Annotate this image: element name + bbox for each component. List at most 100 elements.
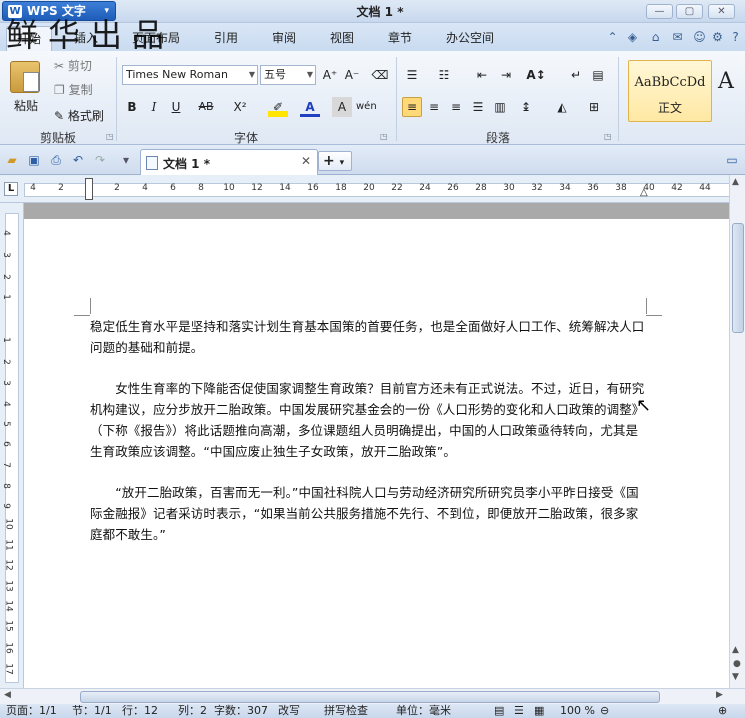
shading-icon[interactable]: ◭ <box>552 97 572 117</box>
previous-page-icon[interactable]: ▲ <box>732 645 739 655</box>
tab-insert[interactable]: 插入 <box>74 29 98 46</box>
bold-button[interactable]: B <box>122 97 142 117</box>
home-icon[interactable]: ⌂ <box>648 30 663 45</box>
textbox-icon[interactable]: ▤ <box>588 65 608 85</box>
status-unit[interactable]: 单位：毫米 <box>396 704 451 718</box>
scroll-left-icon[interactable]: ◀ <box>4 690 11 700</box>
save-icon[interactable]: ▣ <box>26 152 42 168</box>
page-view-icon[interactable]: ▤ <box>494 704 504 718</box>
font-launcher-icon[interactable]: ◳ <box>380 132 388 141</box>
increase-indent-icon[interactable]: ⇥ <box>496 65 516 85</box>
redo-icon[interactable]: ↷ <box>92 152 108 168</box>
vertical-ruler[interactable]: 4 3 2 1 1 2 3 4 5 6 7 8 9 10 11 12 13 14… <box>0 203 24 688</box>
superscript-button[interactable]: X² <box>230 97 250 117</box>
char-shading-button[interactable]: A <box>332 97 352 117</box>
italic-button[interactable]: I <box>144 97 164 117</box>
grow-font-button[interactable]: A⁺ <box>320 65 340 85</box>
bullets-icon[interactable]: ☰ <box>402 65 422 85</box>
select-browse-icon[interactable]: ● <box>733 659 741 669</box>
next-page-icon[interactable]: ▼ <box>732 672 739 682</box>
justify-icon[interactable]: ☰ <box>468 97 488 117</box>
align-center-icon[interactable]: ≡ <box>424 97 444 117</box>
vertical-scroll-thumb[interactable] <box>732 223 744 333</box>
skin-icon[interactable]: ◈ <box>625 30 640 45</box>
app-menu-button[interactable]: W WPS 文字 ▾ <box>2 1 116 21</box>
minimize-button[interactable]: — <box>646 4 673 19</box>
collapse-ribbon-icon[interactable]: ⌃ <box>605 30 620 45</box>
clear-format-icon[interactable]: ⌫ <box>370 65 390 85</box>
status-spell[interactable]: 拼写检查 <box>324 704 368 718</box>
cut-button[interactable]: ✂ 剪切 <box>54 58 92 74</box>
zoom-level[interactable]: 100 % <box>560 704 595 718</box>
help-icon[interactable]: ? <box>728 30 743 45</box>
close-tab-icon[interactable]: ✕ <box>301 154 311 168</box>
align-right-icon[interactable]: ≡ <box>446 97 466 117</box>
settings-icon[interactable]: ⚙ <box>710 30 725 45</box>
new-tab-button[interactable]: + ▾ <box>318 151 352 171</box>
right-indent-marker[interactable]: △ <box>640 187 648 198</box>
gift-icon[interactable]: ✉ <box>670 30 685 45</box>
user-icon[interactable]: ☺ <box>692 30 707 45</box>
format-painter-button[interactable]: ✎ 格式刷 <box>54 108 104 124</box>
tab-chapter[interactable]: 章节 <box>388 29 412 46</box>
numbering-icon[interactable]: ☷ <box>434 65 454 85</box>
border-icon[interactable]: ⊞ <box>584 97 604 117</box>
change-case-icon[interactable]: A↕ <box>526 65 546 85</box>
paste-button-label[interactable]: 粘贴 <box>14 98 38 114</box>
horizontal-scroll-thumb[interactable] <box>80 691 660 703</box>
indent-marker[interactable] <box>85 178 93 200</box>
zoom-out-icon[interactable]: ⊖ <box>600 704 609 718</box>
vertical-scrollbar[interactable]: ▲ ▲ ● ▼ <box>729 175 745 688</box>
paragraph[interactable]: 稳定低生育水平是坚持和落实计划生育基本国策的首要任务，也是全面做好人口工作、统筹… <box>90 316 646 358</box>
horizontal-scrollbar[interactable]: ◀ ▶ <box>0 688 745 704</box>
close-window-button[interactable]: ✕ <box>708 4 735 19</box>
highlight-icon[interactable]: ✐ <box>268 97 288 117</box>
paragraph-launcher-icon[interactable]: ◳ <box>604 132 612 141</box>
scroll-right-icon[interactable]: ▶ <box>716 690 723 700</box>
status-col: 列：2 <box>178 704 207 717</box>
copy-button[interactable]: ❐ 复制 <box>54 82 93 98</box>
line-spacing-icon[interactable]: ↨ <box>516 97 536 117</box>
paragraph[interactable]: 女性生育率的下降能否促使国家调整生育政策？目前官方还未有正式说法。不过，近日，有… <box>90 378 646 462</box>
document-page[interactable]: 稳定低生育水平是坚持和落实计划生育基本国策的首要任务，也是全面做好人口工作、统筹… <box>24 219 729 688</box>
tab-review[interactable]: 审阅 <box>272 29 296 46</box>
status-revise[interactable]: 改写 <box>278 704 300 718</box>
maximize-button[interactable]: ▢ <box>676 4 703 19</box>
paste-icon[interactable] <box>10 61 40 93</box>
scroll-up-icon[interactable]: ▲ <box>732 177 739 187</box>
phonetic-guide-button[interactable]: wén <box>356 97 377 117</box>
zoom-in-icon[interactable]: ⊕ <box>718 704 727 718</box>
print-icon[interactable]: ⎙ <box>48 152 64 168</box>
tab-office-space[interactable]: 办公空间 <box>446 29 494 46</box>
decrease-indent-icon[interactable]: ⇤ <box>472 65 492 85</box>
tab-view[interactable]: 视图 <box>330 29 354 46</box>
distribute-icon[interactable]: ▥ <box>490 97 510 117</box>
horizontal-ruler[interactable]: L 4 2 2 4 6 8 10 12 14 16 18 20 22 24 26… <box>0 175 745 203</box>
open-folder-icon[interactable]: ▰ <box>4 152 20 168</box>
undo-icon[interactable]: ↶ <box>70 152 86 168</box>
tab-home[interactable]: 开始 <box>6 26 53 51</box>
paragraph[interactable]: “放开二胎政策，百害而无一利。”中国社科院人口与劳动经济研究所研究员李小平昨日接… <box>90 482 646 545</box>
document-tab[interactable]: 文档 1 * ✕ <box>140 149 318 175</box>
tab-list-icon[interactable]: ▭ <box>724 152 740 168</box>
document-body[interactable]: 稳定低生育水平是坚持和落实计划生育基本国策的首要任务，也是全面做好人口工作、统筹… <box>90 316 646 545</box>
outline-view-icon[interactable]: ☰ <box>514 704 524 718</box>
tab-page-layout[interactable]: 页面布局 <box>132 29 180 46</box>
font-name-select[interactable]: Times New Roman ▼ <box>122 65 258 85</box>
status-word-count[interactable]: 字数：307 <box>214 704 268 718</box>
strikethrough-button[interactable]: AB <box>196 97 216 117</box>
shrink-font-button[interactable]: A⁻ <box>342 65 362 85</box>
web-view-icon[interactable]: ▦ <box>534 704 544 718</box>
style-normal[interactable]: AaBbCcDd 正文 <box>628 60 712 122</box>
show-marks-icon[interactable]: ↵ <box>566 65 586 85</box>
customize-toolbar-icon[interactable]: ▾ <box>118 152 134 168</box>
ruler-tick-label: 13 <box>3 580 14 592</box>
style-next-preview[interactable]: A <box>718 69 734 94</box>
tab-references[interactable]: 引用 <box>214 29 238 46</box>
font-color-button[interactable]: A <box>300 97 320 117</box>
tab-stop-selector[interactable]: L <box>4 182 18 196</box>
font-size-select[interactable]: 五号 ▼ <box>260 65 316 85</box>
underline-button[interactable]: U <box>166 97 186 117</box>
clipboard-launcher-icon[interactable]: ◳ <box>106 132 114 141</box>
align-left-icon[interactable]: ≡ <box>402 97 422 117</box>
